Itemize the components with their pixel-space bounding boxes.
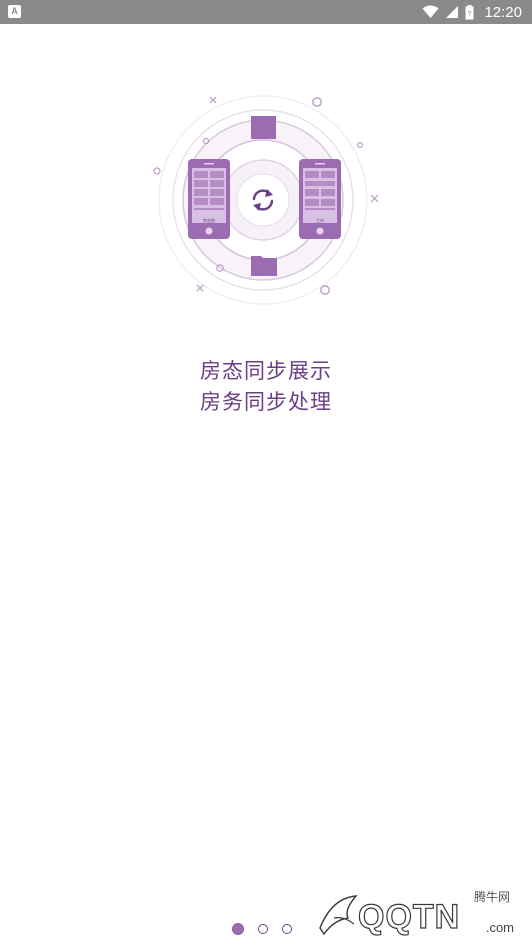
headline-line-1: 房态同步展示 bbox=[200, 359, 332, 383]
onboarding-headline: 房态同步展示 房务同步处理 bbox=[0, 356, 532, 418]
watermark-top-text: 腾牛网 bbox=[473, 890, 510, 904]
sync-illustration: 房态图 工作 bbox=[150, 88, 386, 314]
status-bar: A ? 12:20 bbox=[0, 0, 532, 24]
page-indicator bbox=[232, 923, 292, 935]
wifi-icon bbox=[422, 5, 439, 18]
phone-left-label: 房态图 bbox=[203, 217, 215, 223]
status-time: 12:20 bbox=[484, 3, 522, 21]
battery-icon: ? bbox=[465, 4, 474, 19]
watermark: 腾牛网 QQTN .com bbox=[314, 886, 526, 942]
page-dot-3[interactable] bbox=[282, 924, 292, 934]
watermark-main-text: QQTN bbox=[357, 897, 461, 936]
phone-right-label: 工作 bbox=[316, 217, 324, 223]
status-icons: ? 12:20 bbox=[422, 0, 522, 24]
page-dot-2[interactable] bbox=[258, 924, 268, 934]
app-notification-icon: A bbox=[8, 5, 21, 18]
signal-icon bbox=[446, 6, 459, 18]
watermark-tail-text: .com bbox=[485, 920, 514, 935]
svg-text:?: ? bbox=[468, 11, 472, 18]
page-dot-1[interactable] bbox=[232, 923, 244, 935]
headline-line-2: 房务同步处理 bbox=[200, 390, 332, 414]
